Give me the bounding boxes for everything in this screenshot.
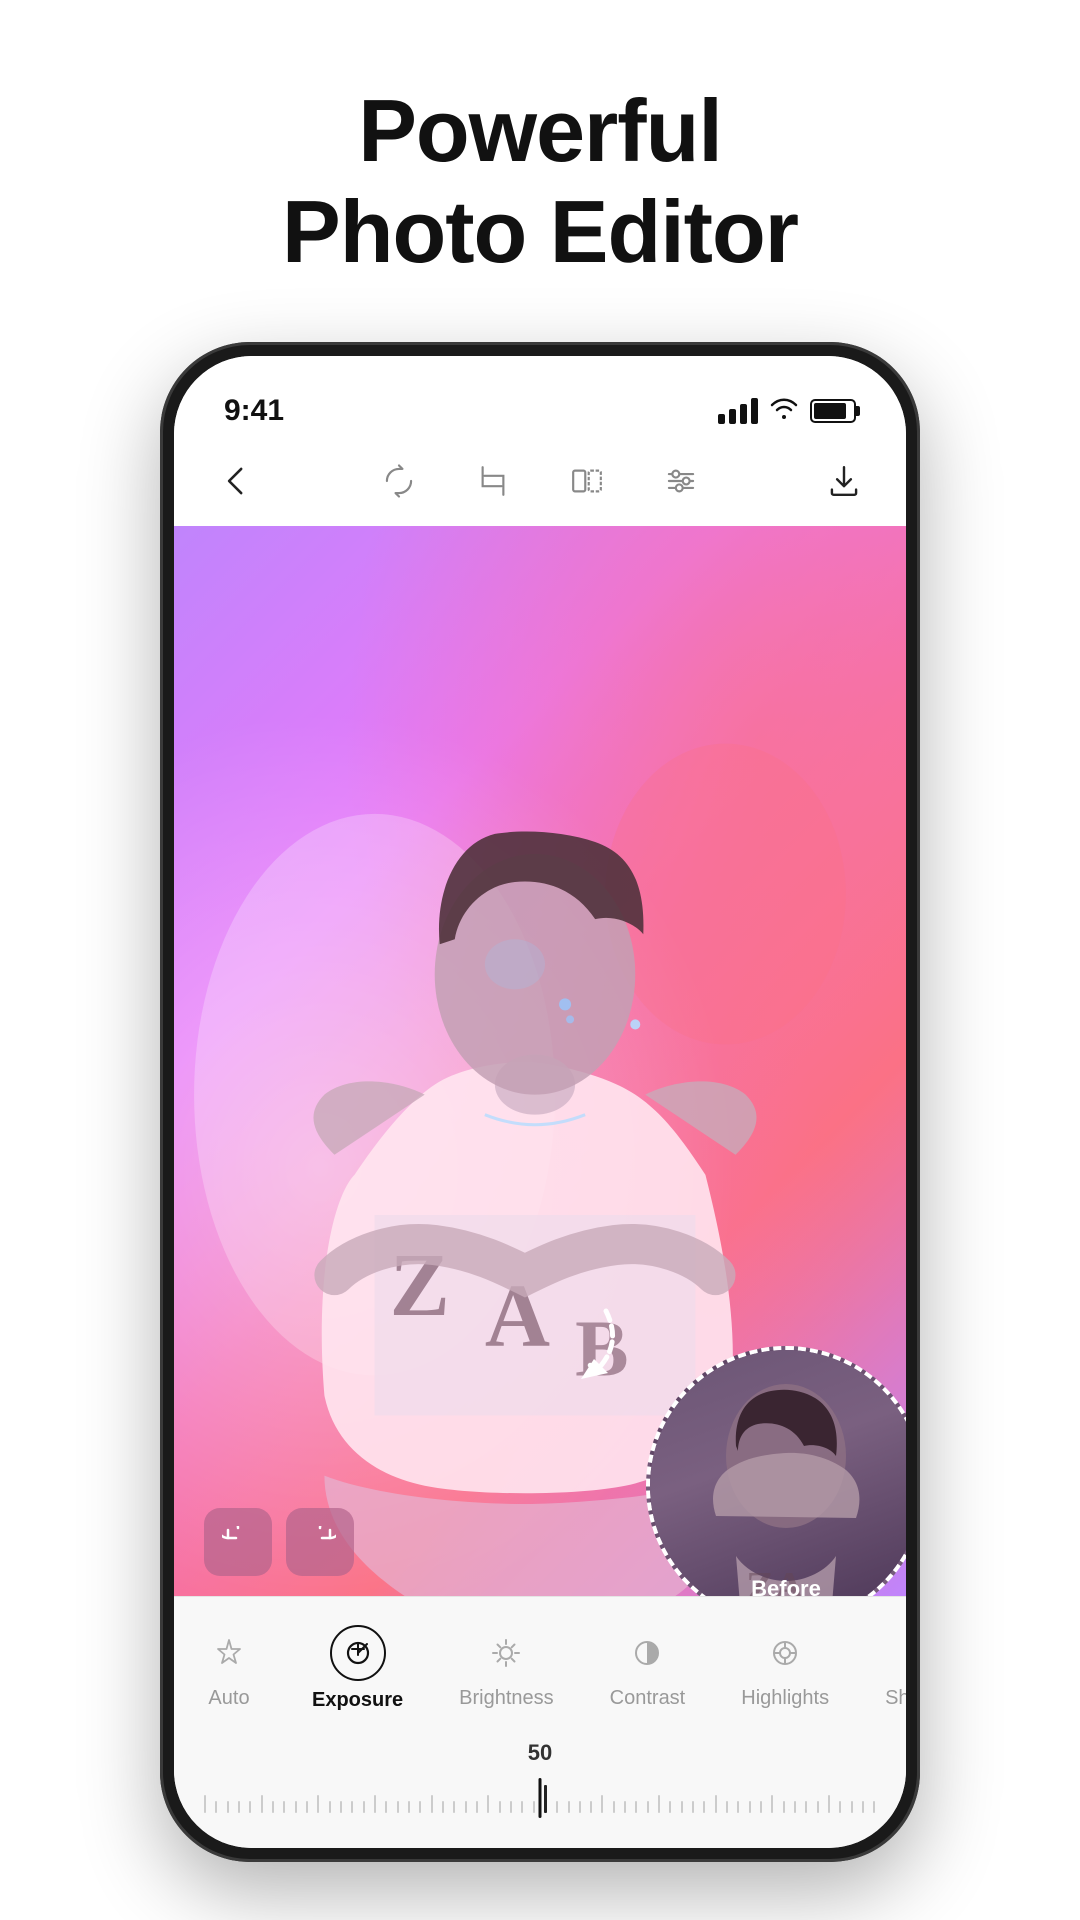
battery-icon [810, 399, 856, 423]
auto-icon [203, 1627, 255, 1679]
headline-line2: Photo Editor [282, 181, 798, 282]
headline: Powerful Photo Editor [282, 80, 798, 282]
tools-row: Auto Exposure [174, 1597, 906, 1730]
phone-frame: 9:41 [160, 342, 920, 1862]
undo-button[interactable] [204, 1508, 272, 1576]
tool-contrast[interactable]: Contrast [582, 1619, 714, 1718]
slider-value: 50 [204, 1740, 876, 1766]
status-icons [718, 397, 856, 426]
bottom-panel: Auto Exposure [174, 1596, 906, 1848]
contrast-icon [621, 1627, 673, 1679]
highlights-label: Highlights [741, 1687, 829, 1710]
exposure-label: Exposure [312, 1689, 403, 1712]
before-person-image: ZA [656, 1356, 906, 1596]
slider-track[interactable] [204, 1778, 876, 1818]
highlights-icon [759, 1627, 811, 1679]
signal-icon [718, 398, 758, 424]
tool-brightness[interactable]: Brightness [431, 1619, 582, 1718]
comparison-arrow [536, 1301, 616, 1396]
redo-button[interactable] [286, 1508, 354, 1576]
contrast-label: Contrast [610, 1687, 686, 1710]
brightness-icon [480, 1627, 532, 1679]
slider-area[interactable]: 50 [174, 1730, 906, 1848]
back-button[interactable] [214, 459, 258, 503]
tool-auto[interactable]: Auto [174, 1619, 284, 1718]
headline-line1: Powerful [282, 80, 798, 181]
before-comparison-circle[interactable]: ZA Before [646, 1346, 906, 1596]
screen: 9:41 [174, 356, 906, 1848]
wifi-icon [770, 397, 798, 426]
slider-needle [539, 1778, 542, 1818]
brightness-label: Brightness [459, 1687, 554, 1710]
shadows-icon [900, 1627, 906, 1679]
before-label: Before [751, 1576, 821, 1596]
status-time: 9:41 [224, 394, 284, 428]
undo-redo-group [204, 1508, 354, 1576]
crop-button[interactable] [471, 459, 515, 503]
tool-exposure[interactable]: Exposure [284, 1617, 431, 1720]
exposure-icon [330, 1625, 386, 1681]
toolbar [174, 436, 906, 526]
status-bar: 9:41 [174, 356, 906, 436]
download-button[interactable] [822, 459, 866, 503]
tool-shadows[interactable]: Shadows [857, 1619, 906, 1718]
before-photo: ZA [650, 1350, 906, 1596]
shadows-label: Shadows [885, 1687, 906, 1710]
rotate-button[interactable] [377, 459, 421, 503]
photo-area: Z A B [174, 526, 906, 1596]
flip-button[interactable] [565, 459, 609, 503]
tool-highlights[interactable]: Highlights [713, 1619, 857, 1718]
filter-button[interactable] [659, 459, 703, 503]
auto-label: Auto [208, 1687, 249, 1710]
